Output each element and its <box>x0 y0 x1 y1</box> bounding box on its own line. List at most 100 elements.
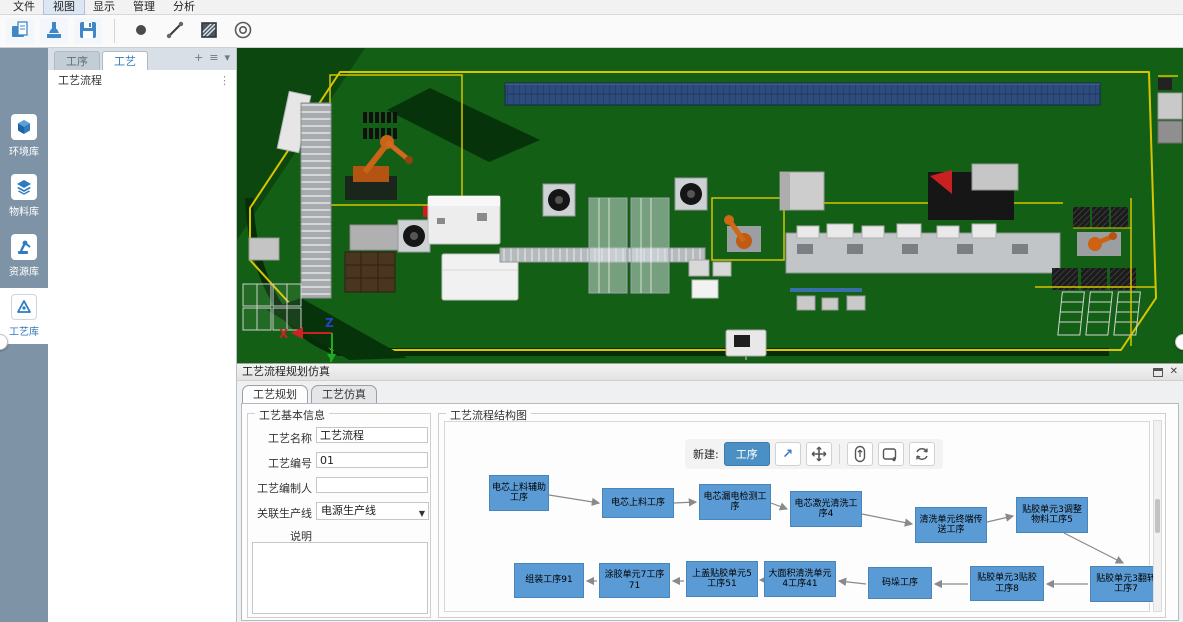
flow-node[interactable]: 电芯上料辅助工序 <box>489 475 549 511</box>
flow-node[interactable]: 涂胶单元7工序71 <box>599 563 670 598</box>
menu-file[interactable]: 文件 <box>4 0 44 14</box>
tree-tab-bar: 工序 工艺 + ≡ ▾ <box>48 48 236 70</box>
sidebar-item-label: 物料库 <box>9 203 39 218</box>
sidebar-item-environment-lib[interactable]: 环境库 <box>0 110 48 162</box>
process-info-groupbox: 工艺基本信息 工艺名称 工艺编号 工艺编制人 关联生产线 电源生产线 ▼ 说明 <box>247 413 431 618</box>
menu-manage[interactable]: 管理 <box>124 0 164 14</box>
sidebar-item-label: 环境库 <box>9 143 39 158</box>
plane-tool-button[interactable] <box>195 18 223 44</box>
panel-tab-bar: 工艺规划 工艺仿真 <box>237 381 1183 403</box>
robot-arm-right[interactable] <box>1077 232 1121 256</box>
flow-node[interactable]: 上盖贴胶单元5工序51 <box>686 561 758 597</box>
axis-z-label: Z <box>325 316 334 330</box>
save-button[interactable] <box>74 18 102 44</box>
tab-menu-icon[interactable]: ≡ <box>209 51 218 64</box>
panel-title: 工艺流程规划仿真 <box>242 365 330 378</box>
production-line-select[interactable]: 电源生产线 ▼ <box>316 502 429 520</box>
fan-unit-3 <box>675 178 707 210</box>
process-number-input[interactable] <box>316 452 428 468</box>
fit-view-button[interactable] <box>878 442 904 466</box>
pan-vertical-button[interactable] <box>847 442 873 466</box>
process-tree-panel: 工序 工艺 + ≡ ▾ 工艺流程 ⋮ <box>48 48 237 622</box>
new-process-step-button[interactable]: 工序 <box>724 442 770 466</box>
sidebar-item-process-lib[interactable]: 工艺库 <box>0 288 48 344</box>
fan-unit-2 <box>543 184 575 216</box>
flow-node[interactable]: 大面积清洗单元4工序41 <box>764 561 836 597</box>
pallet-left[interactable] <box>345 252 395 292</box>
flow-toolbar-separator <box>839 444 840 464</box>
description-textarea[interactable] <box>252 542 428 614</box>
flow-node[interactable]: 电芯上料工序 <box>602 488 674 518</box>
recycle-triangle-icon <box>11 294 37 320</box>
process-planning-panel: 工艺流程规划仿真 ✕ 工艺规划 工艺仿真 工艺基本信息 工艺名称 工艺编号 工艺… <box>237 363 1183 622</box>
sidebar-item-label: 工艺库 <box>9 323 39 338</box>
menu-view[interactable]: 视图 <box>44 0 84 14</box>
layers-icon <box>11 174 37 200</box>
add-tab-icon[interactable]: + <box>194 51 203 64</box>
select-caret-icon: ▼ <box>419 506 425 522</box>
sidebar-item-material-lib[interactable]: 物料库 <box>0 170 48 222</box>
panel-content: 工艺基本信息 工艺名称 工艺编号 工艺编制人 关联生产线 电源生产线 ▼ 说明 … <box>241 403 1179 621</box>
flow-scrollbar[interactable] <box>1153 420 1162 612</box>
flow-node[interactable]: 电芯激光清洗工序4 <box>790 491 862 527</box>
flow-structure-groupbox: 工艺流程结构图 新建: 工序 ↗ <box>438 413 1166 618</box>
panel-title-bar[interactable]: 工艺流程规划仿真 ✕ <box>237 364 1183 381</box>
flow-node[interactable]: 清洗单元终端传送工序 <box>915 507 987 543</box>
point-tool-button[interactable] <box>127 18 155 44</box>
selected-production-line: 电源生产线 <box>321 504 376 517</box>
plane-tool-icon <box>199 20 219 43</box>
tree-item-process-flow[interactable]: 工艺流程 ⋮ <box>48 70 236 92</box>
import-model-button[interactable] <box>40 18 68 44</box>
axis-x-label: X <box>279 327 289 341</box>
float-panel-icon[interactable] <box>1153 368 1163 377</box>
flow-node[interactable]: 贴胶单元3贴胶工序8 <box>970 566 1044 601</box>
process-author-input[interactable] <box>316 477 428 493</box>
flow-toolbar: 新建: 工序 ↗ <box>685 439 943 469</box>
viewport-scene: X Y Z <box>237 48 1183 363</box>
tab-process[interactable]: 工艺 <box>102 51 148 70</box>
point-tool-icon <box>131 20 151 43</box>
library-sidebar: 环境库 物料库 资源库 工艺库 <box>0 48 48 622</box>
loop-icon <box>914 446 930 462</box>
axis-y-label: Y <box>326 352 336 363</box>
main-toolbar <box>0 15 1183 48</box>
flow-node[interactable]: 贴胶单元3调整物料工序5 <box>1016 497 1088 533</box>
field-label-production-line: 关联生产线 <box>248 505 312 521</box>
menu-bar: 文件 视图 显示 管理 分析 <box>0 0 1183 15</box>
dark-machine-right[interactable] <box>928 164 1018 220</box>
flow-node[interactable]: 电芯漏电检测工序 <box>699 484 771 520</box>
open-file-icon <box>10 20 30 43</box>
connect-arrow-button[interactable]: ↗ <box>775 442 801 466</box>
item-options-icon[interactable]: ⋮ <box>219 70 230 92</box>
flow-node[interactable]: 码垛工序 <box>868 567 932 599</box>
control-station-bottom[interactable] <box>726 330 766 360</box>
viewport-3d[interactable]: X Y Z <box>237 48 1183 363</box>
menu-analyze[interactable]: 分析 <box>164 0 204 14</box>
solar-panel-row[interactable] <box>505 83 1100 105</box>
tab-process-simulation[interactable]: 工艺仿真 <box>311 385 377 403</box>
sidebar-item-resource-lib[interactable]: 资源库 <box>0 230 48 282</box>
flow-node[interactable]: 组装工序91 <box>514 563 584 598</box>
field-label-author: 工艺编制人 <box>248 480 312 496</box>
tab-process-planning[interactable]: 工艺规划 <box>242 385 308 403</box>
import-model-icon <box>44 20 64 43</box>
groupbox-title: 工艺基本信息 <box>255 407 329 423</box>
flow-scrollbar-thumb[interactable] <box>1155 499 1160 533</box>
line-tool-button[interactable] <box>161 18 189 44</box>
circle-tool-button[interactable] <box>229 18 257 44</box>
process-name-input[interactable] <box>316 427 428 443</box>
menu-display[interactable]: 显示 <box>84 0 124 14</box>
flow-node[interactable]: 贴胶单元3翻转工序7 <box>1090 566 1162 602</box>
tree-tab-tools: + ≡ ▾ <box>194 51 230 64</box>
open-file-button[interactable] <box>6 18 34 44</box>
refresh-layout-button[interactable] <box>909 442 935 466</box>
cube-icon <box>11 114 37 140</box>
move-tool-button[interactable] <box>806 442 832 466</box>
close-panel-icon[interactable]: ✕ <box>1170 366 1178 378</box>
application-window: 文件 视图 显示 管理 分析 环境库 <box>0 0 1183 622</box>
tab-caret-icon[interactable]: ▾ <box>224 51 230 64</box>
tab-process-step[interactable]: 工序 <box>54 51 100 70</box>
fan-unit-1 <box>398 220 430 252</box>
robot-arm-icon <box>11 234 37 260</box>
capsule-arrow-icon <box>852 445 868 463</box>
